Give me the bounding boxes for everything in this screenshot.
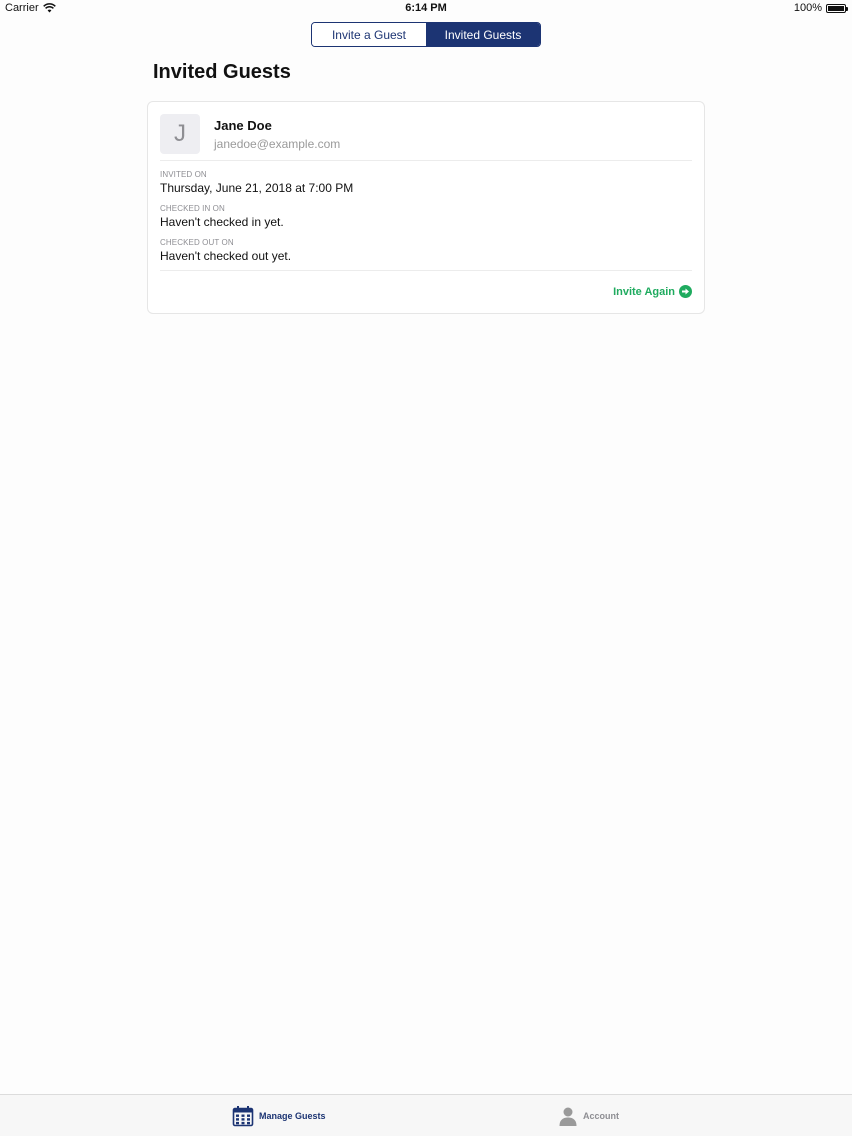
guest-mode-segmented-control: Invite a Guest Invited Guests	[311, 22, 541, 47]
battery-icon	[826, 3, 848, 13]
tab-manage-guests[interactable]: Manage Guests	[232, 1095, 326, 1136]
checked-in-value: Haven't checked in yet.	[160, 215, 284, 229]
status-bar: Carrier 6:14 PM 100%	[0, 0, 852, 18]
card-divider	[160, 160, 692, 161]
tab-account[interactable]: Account	[558, 1095, 619, 1136]
person-icon	[559, 1107, 577, 1126]
page-title: Invited Guests	[153, 61, 291, 83]
guest-name: Jane Doe	[214, 118, 272, 133]
checked-out-label: CHECKED OUT ON	[160, 238, 234, 247]
checked-out-value: Haven't checked out yet.	[160, 249, 292, 263]
status-time: 6:14 PM	[405, 2, 447, 14]
tab-label: Account	[583, 1111, 619, 1121]
tab-label: Manage Guests	[259, 1111, 326, 1121]
segment-invited-guests[interactable]: Invited Guests	[426, 23, 540, 46]
checked-in-label: CHECKED IN ON	[160, 204, 225, 213]
guest-email: janedoe@example.com	[214, 137, 341, 151]
invited-on-value: Thursday, June 21, 2018 at 7:00 PM	[160, 181, 354, 195]
guest-card: J Jane Doe janedoe@example.com INVITED O…	[147, 101, 705, 314]
tab-bar: Manage Guests Account	[0, 1094, 852, 1136]
invite-again-label: Invite Again	[613, 285, 675, 298]
segment-invite-guest[interactable]: Invite a Guest	[312, 23, 426, 46]
battery-indicator: 100%	[793, 2, 848, 14]
avatar: J	[160, 114, 200, 154]
calendar-icon	[232, 1106, 254, 1127]
invited-on-label: INVITED ON	[160, 170, 207, 179]
card-divider	[160, 270, 692, 271]
arrow-right-circle-icon	[679, 285, 692, 298]
invite-again-button[interactable]: Invite Again	[613, 285, 692, 298]
battery-percent: 100%	[793, 2, 822, 14]
